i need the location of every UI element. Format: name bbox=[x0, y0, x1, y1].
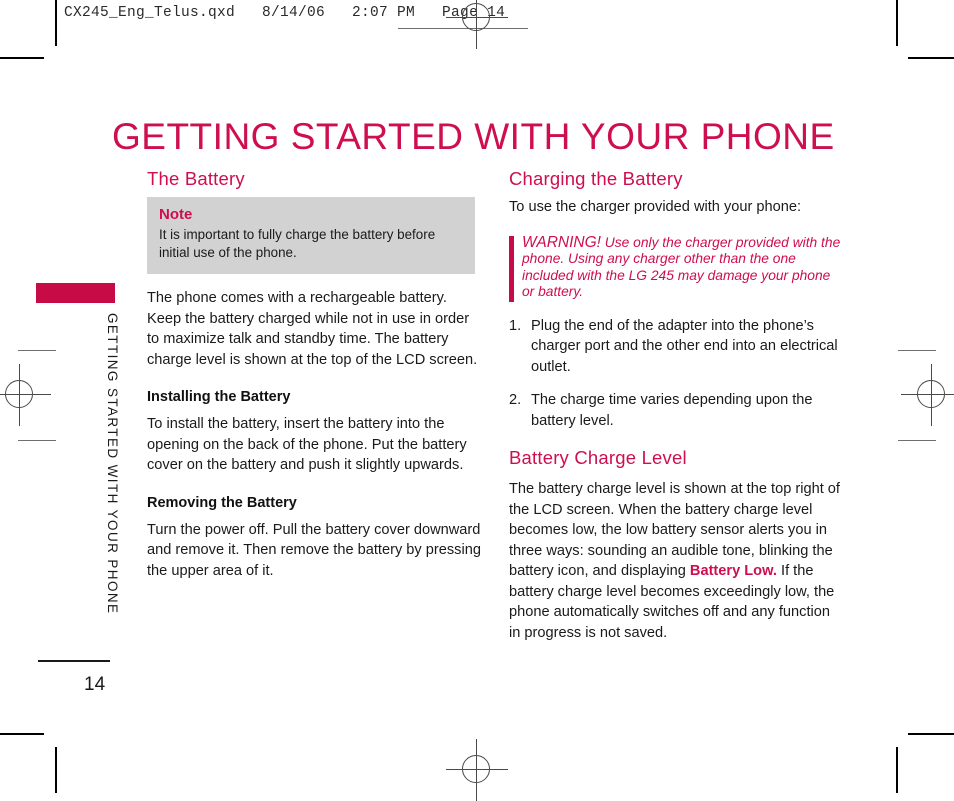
crop-mark-bottom-right-horizontal bbox=[908, 733, 954, 735]
registration-mark-left-icon bbox=[0, 364, 51, 426]
note-box-text: It is important to fully charge the batt… bbox=[159, 227, 436, 260]
page-number: 14 bbox=[84, 674, 106, 695]
warning-box: WARNING! Use only the charger provided w… bbox=[509, 233, 843, 302]
paragraph-charging-intro: To use the charger provided with your ph… bbox=[509, 199, 802, 215]
page-edge-rule-left-lower bbox=[18, 440, 56, 441]
page-title: GETTING STARTED WITH YOUR PHONE bbox=[112, 115, 835, 157]
crop-mark-top-right-horizontal bbox=[908, 57, 954, 59]
subsection-heading-removing-the-battery: Removing the Battery bbox=[147, 494, 297, 511]
page-number-rule bbox=[38, 660, 110, 662]
crop-mark-bottom-left-vertical bbox=[55, 747, 57, 793]
battery-low-highlight: Battery Low. bbox=[689, 563, 777, 579]
step-marker: 2. bbox=[509, 392, 522, 408]
paragraph-installing-the-battery: To install the battery, insert the batte… bbox=[147, 416, 467, 473]
page-edge-rule-right-upper bbox=[898, 350, 936, 351]
section-heading-the-battery: The Battery bbox=[147, 168, 245, 189]
step-text: The charge time varies depending upon th… bbox=[531, 392, 813, 429]
crop-mark-top-left-horizontal bbox=[0, 57, 44, 59]
note-box-title: Note bbox=[159, 206, 193, 223]
section-heading-battery-charge-level: Battery Charge Level bbox=[509, 447, 687, 468]
page-edge-rule-left-upper bbox=[18, 350, 56, 351]
crop-mark-top-left-vertical bbox=[55, 0, 57, 46]
note-box: Note It is important to fully charge the… bbox=[147, 197, 475, 274]
section-heading-charging-the-battery: Charging the Battery bbox=[509, 168, 683, 189]
charging-steps-list: 1. Plug the end of the adapter into the … bbox=[509, 316, 843, 432]
crop-mark-bottom-left-horizontal bbox=[0, 733, 44, 735]
paragraph-battery-intro: The phone comes with a rechargeable batt… bbox=[147, 290, 478, 368]
right-column: Charging the Battery To use the charger … bbox=[509, 168, 843, 643]
list-item: 2. The charge time varies depending upon… bbox=[509, 390, 843, 431]
warning-accent-bar bbox=[509, 235, 514, 302]
registration-mark-top-icon bbox=[446, 0, 508, 49]
proof-header-text: CX245_Eng_Telus.qxd 8/14/06 2:07 PM Page… bbox=[64, 5, 506, 21]
warning-lead: WARNING! bbox=[522, 233, 601, 251]
sidebar-chapter-tab bbox=[36, 283, 115, 303]
registration-mark-right-icon bbox=[901, 364, 954, 426]
paragraph-removing-the-battery: Turn the power off. Pull the battery cov… bbox=[147, 521, 481, 579]
left-column: The Battery Note It is important to full… bbox=[147, 168, 481, 581]
warning-box-text: WARNING! Use only the charger provided w… bbox=[522, 233, 843, 301]
crop-mark-bottom-right-vertical bbox=[896, 747, 898, 793]
page-edge-rule-right-lower bbox=[898, 440, 936, 441]
list-item: 1. Plug the end of the adapter into the … bbox=[509, 316, 843, 378]
crop-mark-top-right-vertical bbox=[896, 0, 898, 46]
sidebar-chapter-label: GETTING STARTED WITH YOUR PHONE bbox=[105, 313, 120, 615]
registration-mark-bottom-icon bbox=[446, 739, 508, 801]
step-text: Plug the end of the adapter into the pho… bbox=[531, 317, 838, 375]
subsection-heading-installing-the-battery: Installing the Battery bbox=[147, 389, 291, 405]
paragraph-battery-charge-level: The battery charge level is shown at the… bbox=[509, 479, 843, 643]
step-marker: 1. bbox=[509, 317, 522, 334]
